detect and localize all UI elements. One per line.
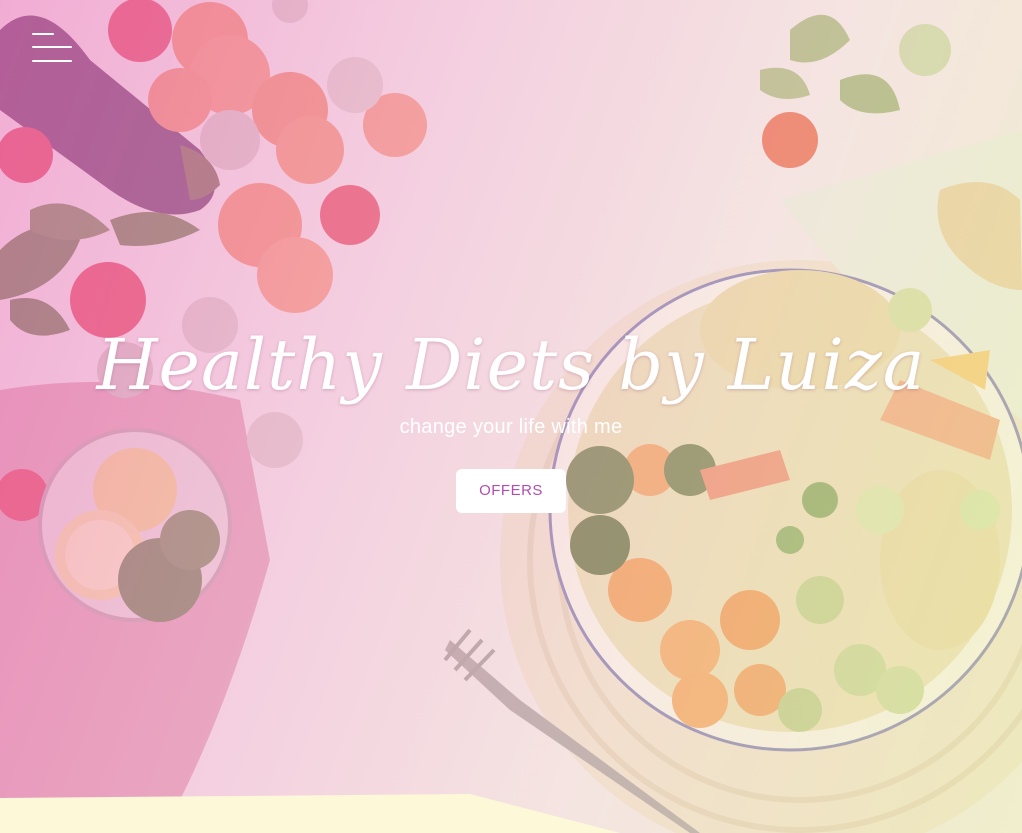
hero-content: Healthy Diets by Luiza change your life …	[0, 320, 1022, 513]
bottom-section-edge	[0, 794, 620, 833]
menu-line	[32, 46, 72, 48]
menu-line	[32, 33, 54, 35]
hero-section: Healthy Diets by Luiza change your life …	[0, 0, 1022, 833]
hamburger-menu-icon[interactable]	[30, 30, 74, 66]
offers-button[interactable]: OFFERS	[456, 469, 566, 513]
menu-line	[32, 60, 72, 62]
hero-subtitle: change your life with me	[399, 416, 623, 438]
hero-title: Healthy Diets by Luiza	[96, 324, 926, 406]
